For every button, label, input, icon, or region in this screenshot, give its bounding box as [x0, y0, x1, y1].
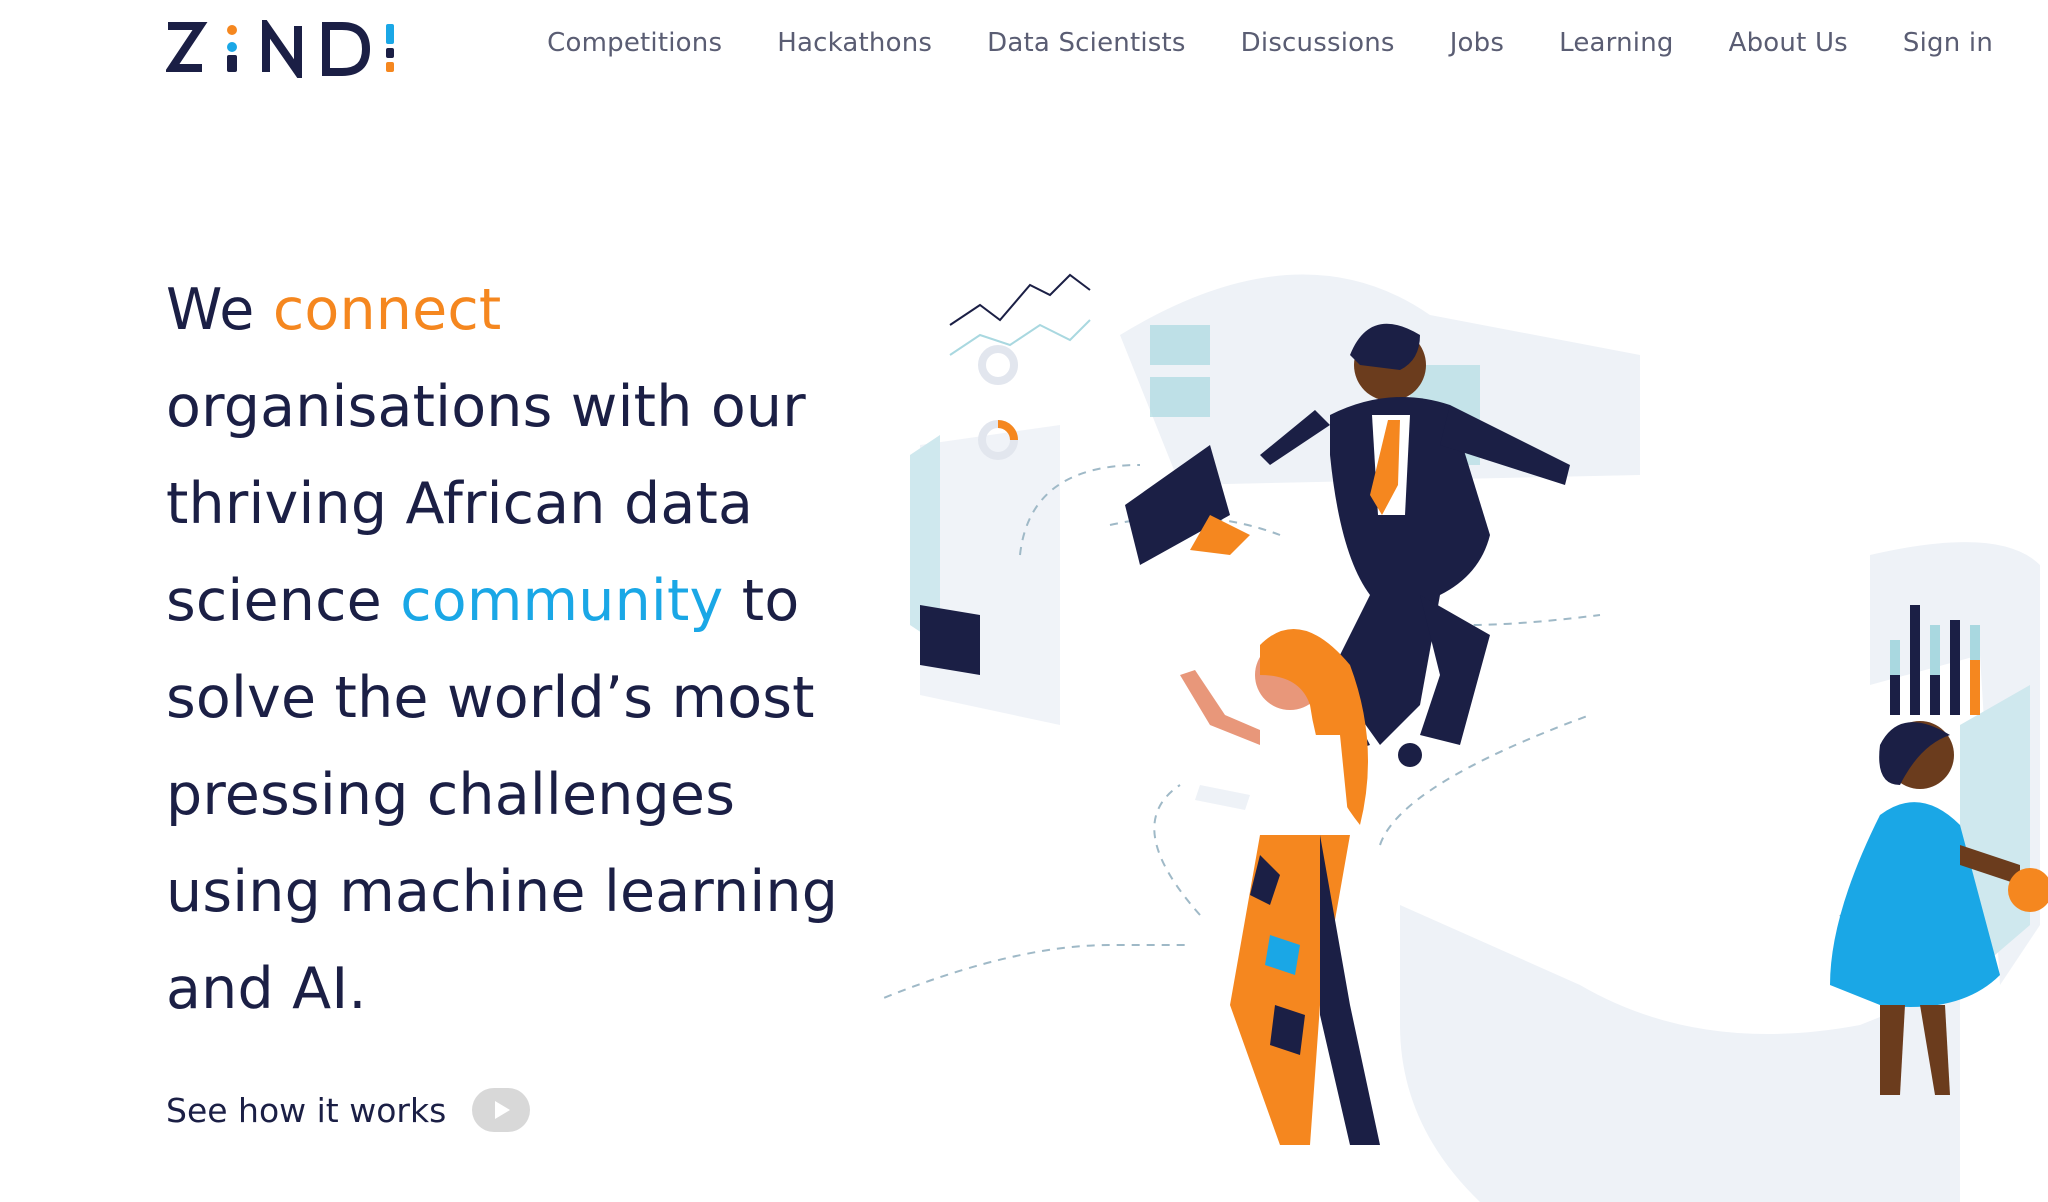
- hero-text-1: We: [166, 277, 255, 343]
- nav-data-scientists[interactable]: Data Scientists: [987, 28, 1186, 58]
- see-how-it-works-label: See how it works: [166, 1090, 447, 1130]
- nav-competitions[interactable]: Competitions: [547, 28, 722, 58]
- data-science-people-illustration: [880, 273, 2048, 1202]
- zindi-logo[interactable]: [166, 20, 396, 78]
- hero-text-3: to solve the world’s most pressing chall…: [166, 568, 839, 1022]
- nav-sign-in[interactable]: Sign in: [1903, 28, 1993, 58]
- nav-hackathons[interactable]: Hackathons: [777, 28, 932, 58]
- play-icon: [495, 1101, 511, 1119]
- hero-highlight-connect: connect: [272, 277, 502, 343]
- nav-about-us[interactable]: About Us: [1729, 28, 1848, 58]
- main-nav: Competitions Hackathons Data Scientists …: [547, 28, 1993, 58]
- hero-headline: We connect organisations with our thrivi…: [166, 262, 906, 1038]
- nav-learning[interactable]: Learning: [1559, 28, 1673, 58]
- play-button[interactable]: [472, 1088, 531, 1132]
- hero-highlight-community: community: [400, 568, 724, 634]
- nav-discussions[interactable]: Discussions: [1241, 28, 1395, 58]
- hero-illustration: [880, 225, 2048, 1202]
- see-how-it-works-link[interactable]: See how it works: [166, 1088, 531, 1132]
- nav-jobs[interactable]: Jobs: [1450, 28, 1504, 58]
- hero-section: We connect organisations with our thrivi…: [166, 262, 906, 1038]
- logo-mark: [166, 20, 394, 78]
